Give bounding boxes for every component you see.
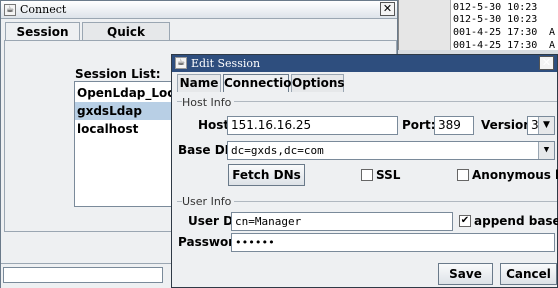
- port-input[interactable]: 389: [434, 116, 474, 135]
- close-icon[interactable]: ✕: [380, 2, 395, 16]
- log-suffix: A: [549, 40, 556, 51]
- tab-name[interactable]: Name: [177, 74, 221, 92]
- list-item[interactable]: localhost: [75, 120, 173, 138]
- edit-session-dialog: ☕ Edit Session ✕ Name Connection Options…: [171, 54, 558, 288]
- session-list[interactable]: OpenLdap_Localho gxdsLdap localhost: [74, 81, 174, 207]
- session-list-label: Session List:: [75, 67, 161, 81]
- java-app-icon: ☕: [175, 57, 187, 69]
- version-select[interactable]: 3 ▼: [527, 116, 555, 135]
- log-suffix: A: [549, 27, 556, 38]
- chevron-down-icon[interactable]: ▼: [538, 117, 554, 134]
- base-dn-combo[interactable]: dc=gxds,dc=com ▼: [227, 141, 555, 160]
- ssl-checkbox[interactable]: [361, 169, 373, 181]
- log-line: 012-5-30 10:23: [453, 2, 538, 13]
- java-app-icon: ☕: [4, 4, 16, 16]
- fetch-dns-button[interactable]: Fetch DNs: [228, 164, 305, 186]
- background-window-header: [399, 0, 451, 50]
- save-button[interactable]: Save: [438, 263, 493, 285]
- list-item[interactable]: OpenLdap_Localho: [75, 84, 173, 102]
- tab-quick-connect[interactable]: Quick Connect: [82, 22, 170, 57]
- base-dn-value: dc=gxds,dc=com: [231, 144, 324, 157]
- log-line: 012-5-30 10:23: [453, 14, 538, 25]
- log-line: 001-4-25 17:30: [453, 27, 538, 38]
- password-input[interactable]: ••••••: [231, 233, 555, 252]
- edit-session-title: Edit Session: [191, 57, 261, 70]
- port-label: Port:: [402, 118, 436, 132]
- tab-options[interactable]: Options: [291, 74, 345, 92]
- connect-title: Connect: [20, 3, 67, 16]
- tab-connection[interactable]: Connection: [223, 74, 300, 92]
- background-window: 012-5-30 10:23 012-5-30 10:23 001-4-25 1…: [398, 0, 558, 51]
- append-base-dn-checkbox[interactable]: ✔: [459, 215, 471, 227]
- ssl-label: SSL: [376, 168, 401, 182]
- host-input[interactable]: 151.16.16.25: [227, 116, 398, 135]
- status-field: [3, 267, 163, 283]
- connect-titlebar[interactable]: ☕ Connect ✕: [1, 1, 397, 19]
- user-dn-input[interactable]: cn=Manager: [231, 212, 453, 231]
- list-item-selected[interactable]: gxdsLdap: [75, 102, 173, 120]
- close-icon[interactable]: ✕: [539, 56, 554, 70]
- user-info-group-label: User Info: [182, 195, 235, 208]
- anonymous-bind-checkbox[interactable]: [457, 169, 469, 181]
- log-line: 001-4-25 17:30: [453, 40, 538, 51]
- chevron-down-icon[interactable]: ▼: [538, 142, 554, 159]
- cancel-button[interactable]: Cancel: [500, 263, 557, 285]
- host-info-group-label: Host Info: [182, 96, 235, 109]
- append-base-dn-label: append base DN: [474, 214, 558, 228]
- anonymous-bind-label: Anonymous bind: [472, 168, 558, 182]
- tab-session-list[interactable]: Session List: [5, 22, 80, 57]
- edit-session-titlebar[interactable]: ☕ Edit Session ✕: [172, 55, 557, 72]
